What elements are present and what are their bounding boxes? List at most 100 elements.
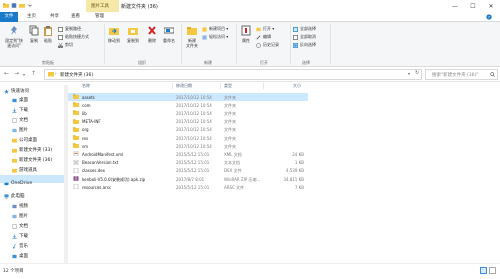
forward-icon[interactable]: →	[14, 70, 19, 77]
nav-onedrive[interactable]: OneDrive	[4, 181, 32, 186]
file-date: 2017/8/7 8:01	[176, 176, 205, 182]
file-date: 2015/5/12 15:01	[176, 160, 210, 166]
folder-icon	[73, 143, 79, 149]
chevron-down-icon[interactable]	[27, 2, 33, 9]
nav-item-game-props[interactable]: 游戏道具	[12, 167, 37, 173]
table-row[interactable]: BeaconVersion.txt 2015/5/12 15:01 文本文档 1 KB	[68, 159, 308, 167]
nav-pc-pictures[interactable]: 图片	[12, 213, 28, 219]
file-size: 1 KB	[294, 160, 304, 166]
delete-label: 删除	[148, 38, 156, 43]
nav-pc-downloads[interactable]: 下载	[12, 233, 28, 239]
move-to-button[interactable]: 移动到	[106, 25, 122, 43]
nav-this-pc[interactable]: 此电脑	[4, 193, 25, 199]
tab-file[interactable]: 文件	[0, 12, 18, 22]
context-tab-label[interactable]: 图片工具	[91, 3, 109, 9]
tab-share[interactable]: 共享	[50, 13, 59, 19]
invert-selection-icon	[293, 42, 298, 48]
table-row[interactable]: classes.dex 2015/5/12 15:01 DEX 文件 4,539 KB	[68, 167, 308, 175]
table-row[interactable]: sm 2017/10/12 10:54 文件夹	[68, 142, 308, 150]
folder-icon[interactable]	[3, 2, 9, 9]
address-dropdown-icon[interactable]: ▾	[408, 71, 410, 76]
paste-shortcut-button[interactable]: 粘贴快捷方式	[58, 34, 89, 40]
nav-item-downloads[interactable]: 下载	[12, 107, 28, 113]
new-folder-icon[interactable]	[19, 2, 25, 9]
table-row[interactable]: META-INF 2017/10/12 10:54 文件夹	[68, 118, 308, 126]
minimize-button[interactable]: —	[446, 0, 464, 12]
search-icon[interactable]	[490, 72, 495, 77]
nav-item-desktop[interactable]: 桌面	[12, 97, 28, 103]
nav-item-label: 音乐	[19, 244, 28, 249]
close-button[interactable]: ✕	[482, 0, 500, 12]
select-none-button[interactable]: 全部取消	[293, 34, 316, 40]
copy-path-button[interactable]: 复制路径	[58, 26, 81, 32]
new-item-button[interactable]: 新建项目 ▾	[202, 26, 228, 32]
address-field[interactable]	[44, 69, 422, 80]
ribbon-divider	[181, 24, 182, 64]
large-icons-view-button[interactable]	[489, 267, 496, 274]
paste-button[interactable]: 粘贴	[42, 25, 54, 43]
file-name: META-INF	[82, 119, 101, 125]
nav-quick-access[interactable]: 快速访问	[4, 88, 29, 94]
help-icon[interactable]: ?	[486, 14, 492, 20]
copy-to-button[interactable]: 复制到	[125, 25, 141, 43]
group-clipboard-label: 剪贴板	[42, 60, 54, 65]
select-all-button[interactable]: 全部选择	[293, 26, 316, 32]
table-row[interactable]: res 2017/10/12 10:54 文件夹	[68, 134, 308, 142]
column-header-size[interactable]: 大小	[293, 83, 301, 89]
file-size: 24 KB	[292, 151, 304, 157]
cut-button[interactable]: 剪切	[58, 42, 73, 48]
history-button[interactable]: 历史记录	[256, 42, 279, 48]
table-row[interactable]: kenboli-V5.0.0(安装成功).apk.zip 2017/8/7 8:0…	[68, 175, 308, 183]
table-row[interactable]: resources.arsc 2015/5/12 15:01 ARSC 文件 7 KB	[68, 183, 308, 191]
search-placeholder: 搜索"新建文件夹 (36)"	[432, 73, 479, 78]
nav-pc-desktop[interactable]: 桌面	[12, 253, 28, 259]
invert-selection-label: 反向选择	[300, 42, 316, 47]
table-row[interactable]: AndroidManifest.xml 2015/5/12 15:01 XML 文档…	[68, 150, 308, 158]
refresh-icon[interactable]: ↻	[415, 70, 419, 76]
open-button[interactable]: 打开 ▾	[256, 26, 274, 32]
column-divider	[263, 83, 264, 89]
tab-home[interactable]: 主页	[27, 13, 36, 19]
breadcrumb[interactable]: 新建文件夹 (36)	[60, 72, 93, 78]
back-icon[interactable]: ←	[4, 70, 9, 77]
title-bar: 图片工具 新建文件夹 (36) — ☐ ✕	[0, 0, 500, 12]
file-date: 2017/10/12 10:54	[176, 119, 212, 125]
copy-button[interactable]: 复制	[28, 25, 40, 43]
details-view-button[interactable]	[480, 267, 487, 274]
edit-button[interactable]: 编辑	[256, 34, 271, 40]
save-icon[interactable]	[11, 2, 17, 9]
invert-selection-button[interactable]: 反向选择	[293, 42, 316, 48]
nav-item-folder-36[interactable]: 新建文件夹 (36)	[12, 157, 52, 163]
picture-icon	[12, 128, 17, 132]
recent-chevron-icon[interactable]: ▾	[23, 72, 25, 77]
file-size: 4,539 KB	[285, 168, 304, 174]
rename-button[interactable]: 重命名	[161, 25, 177, 43]
tab-view[interactable]: 查看	[71, 13, 80, 19]
column-header-name[interactable]: 名称	[82, 83, 90, 89]
nav-item-label: 文档	[19, 118, 28, 123]
table-row[interactable]: assets 2017/10/12 10:54 文件夹	[68, 93, 308, 101]
easy-access-button[interactable]: 轻松访问 ▾	[202, 34, 228, 40]
nav-pc-videos[interactable]: 视频	[12, 203, 28, 209]
table-row[interactable]: lib 2017/10/12 10:54 文件夹	[68, 109, 308, 117]
nav-item-pictures[interactable]: 图片	[12, 127, 28, 133]
table-row[interactable]: com 2017/10/12 10:54 文件夹	[68, 101, 308, 109]
folder-icon	[73, 135, 79, 140]
nav-pc-music[interactable]: 音乐	[12, 243, 28, 249]
nav-item-company-desktop[interactable]: 公司桌面	[12, 137, 37, 143]
properties-button[interactable]: 属性	[239, 25, 253, 43]
maximize-button[interactable]: ☐	[464, 0, 482, 12]
table-row[interactable]: org 2017/10/12 10:54 文件夹	[68, 126, 308, 134]
nav-item-documents[interactable]: 文档	[12, 117, 28, 123]
column-header-date[interactable]: 修改日期	[176, 83, 192, 89]
tab-manage[interactable]: 管理	[95, 13, 104, 19]
nav-onedrive-label: OneDrive	[11, 181, 33, 186]
delete-button[interactable]: 删除	[145, 25, 159, 43]
up-icon[interactable]: ↑	[31, 70, 36, 77]
column-header-type[interactable]: 类型	[224, 83, 232, 89]
new-folder-button[interactable]: 新建 文件夹	[184, 25, 200, 48]
pin-button[interactable]: 固定到"快 速访问"	[3, 25, 25, 48]
nav-item-folder-33[interactable]: 新建文件夹 (33)	[12, 147, 52, 153]
open-icon	[256, 27, 261, 31]
nav-pc-documents[interactable]: 文档	[12, 223, 28, 229]
